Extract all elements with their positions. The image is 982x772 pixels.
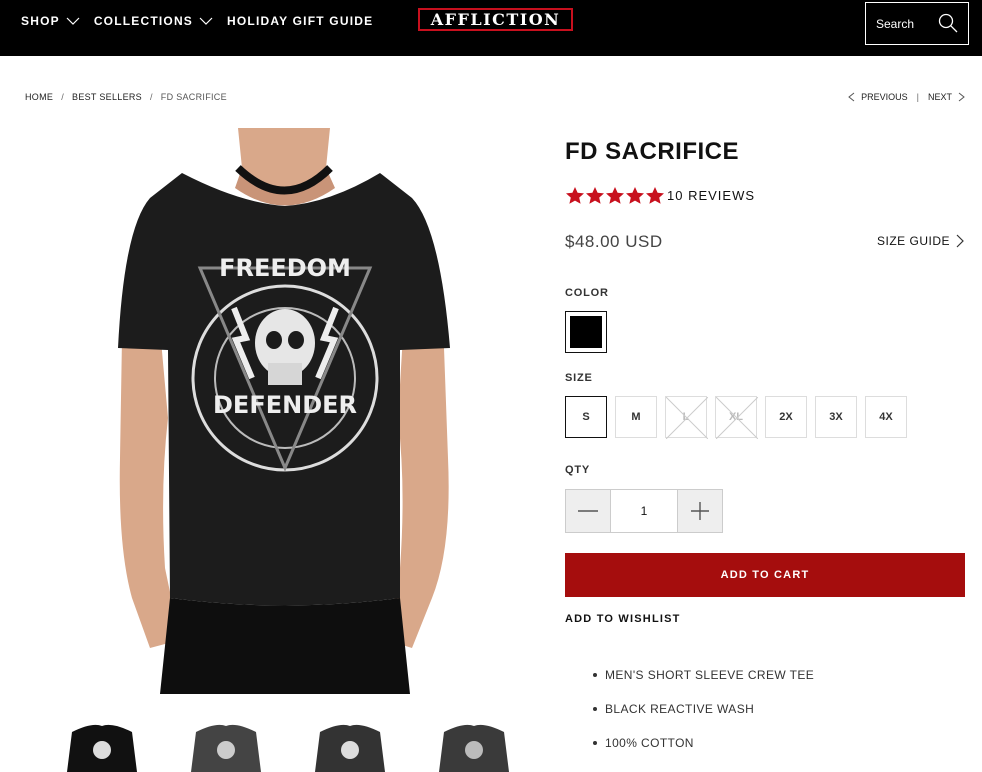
feature-item: MEN'S SHORT SLEEVE CREW TEE (592, 668, 815, 682)
previous-link[interactable]: PREVIOUS (861, 92, 908, 102)
nav-holiday-label: HOLIDAY GIFT GUIDE (227, 14, 374, 28)
feature-item: 100% COTTON (592, 736, 814, 750)
unavailable-cross-icon (666, 397, 708, 439)
color-label: COLOR (565, 287, 609, 299)
breadcrumb-separator: / (149, 92, 153, 102)
thumbnail-strip (62, 722, 514, 772)
product-title: FD SACRIFICE (565, 138, 739, 165)
thumbnail-3[interactable] (310, 722, 390, 772)
breadcrumb-separator: / (61, 92, 65, 102)
pager-separator: | (916, 92, 919, 102)
top-navigation-bar: SHOP COLLECTIONS HOLIDAY GIFT GUIDE AFFL… (0, 0, 982, 56)
color-swatch-black[interactable] (565, 311, 607, 353)
size-guide-label: SIZE GUIDE (876, 234, 950, 248)
nav-collections-label: COLLECTIONS (93, 14, 194, 28)
product-price: $48.00 USD (565, 232, 663, 251)
size-m-label: M (631, 411, 641, 423)
star-icon (626, 187, 644, 204)
search-box[interactable] (865, 2, 969, 45)
breadcrumb-home[interactable]: HOME (25, 92, 53, 102)
size-option-m[interactable]: M (615, 396, 657, 438)
chevron-right-icon (956, 234, 964, 248)
star-icon (646, 187, 664, 204)
star-icon (606, 187, 624, 204)
plus-icon (691, 502, 709, 520)
chevron-left-icon (848, 92, 855, 102)
shirt-graphic-bottom-text: DEFENDER (213, 391, 357, 419)
affliction-logo[interactable]: AFFLICTION (418, 8, 573, 31)
quantity-stepper (565, 489, 723, 533)
unavailable-cross-icon (716, 397, 758, 439)
size-2x-label: 2X (779, 411, 793, 423)
rating-stars[interactable]: 10 REVIEWS (565, 186, 755, 204)
next-link[interactable]: NEXT (928, 92, 952, 102)
chevron-down-icon (199, 17, 213, 25)
size-option-3x[interactable]: 3X (815, 396, 857, 438)
product-main-image[interactable]: FREEDOM DEFENDER (0, 128, 540, 694)
search-input[interactable] (876, 16, 936, 31)
add-to-cart-button[interactable]: ADD TO CART (565, 553, 965, 597)
qty-increase-button[interactable] (677, 489, 723, 533)
breadcrumb-best-sellers[interactable]: BEST SELLERS (72, 92, 142, 102)
size-option-l[interactable]: L (665, 396, 708, 439)
nav-collections[interactable]: COLLECTIONS (94, 14, 213, 28)
size-3x-label: 3X (829, 411, 843, 423)
qty-input[interactable] (611, 489, 677, 533)
breadcrumb: HOME / BEST SELLERS / FD SACRIFICE (25, 92, 227, 102)
reviews-count[interactable]: 10 REVIEWS (667, 188, 755, 203)
size-label: SIZE (565, 372, 593, 384)
product-features-list: MEN'S SHORT SLEEVE CREW TEE BLACK REACTI… (592, 668, 815, 770)
size-option-2x[interactable]: 2X (765, 396, 807, 438)
feature-item: BLACK REACTIVE WASH (592, 702, 814, 716)
size-4x-label: 4X (879, 411, 893, 423)
size-option-xl[interactable]: XL (715, 396, 758, 439)
size-options: S M L XL 2X 3X 4X (565, 396, 907, 439)
size-option-4x[interactable]: 4X (865, 396, 907, 438)
search-icon[interactable] (938, 13, 958, 33)
minus-icon (578, 510, 598, 512)
nav-shop[interactable]: SHOP (21, 14, 80, 28)
nav-shop-label: SHOP (21, 14, 60, 28)
size-s-label: S (582, 411, 590, 423)
model-wearing-shirt-image: FREEDOM DEFENDER (118, 128, 450, 694)
qty-decrease-button[interactable] (565, 489, 611, 533)
chevron-down-icon (66, 17, 80, 25)
add-to-wishlist-link[interactable]: ADD TO WISHLIST (565, 613, 681, 625)
star-icon (586, 187, 604, 204)
thumbnail-1[interactable] (62, 722, 142, 772)
size-option-s[interactable]: S (565, 396, 607, 438)
chevron-right-icon (958, 92, 965, 102)
qty-label: QTY (565, 464, 591, 476)
thumbnail-2[interactable] (186, 722, 266, 772)
nav-holiday-gift-guide[interactable]: HOLIDAY GIFT GUIDE (227, 14, 373, 28)
size-guide-link[interactable]: SIZE GUIDE (877, 234, 964, 248)
thumbnail-4[interactable] (434, 722, 514, 772)
main-nav: SHOP COLLECTIONS HOLIDAY GIFT GUIDE (21, 14, 387, 28)
shirt-graphic-top-text: FREEDOM (219, 254, 351, 282)
breadcrumb-current: FD SACRIFICE (160, 92, 227, 102)
star-icon (566, 187, 584, 204)
product-pager: PREVIOUS | NEXT (848, 92, 965, 102)
logo-text: AFFLICTION (430, 10, 561, 29)
